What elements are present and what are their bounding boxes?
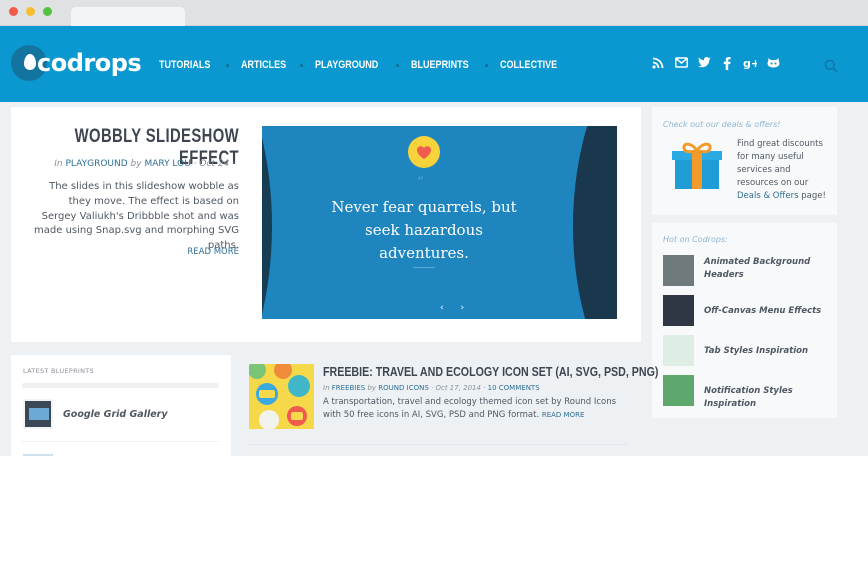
blueprints-header: LATEST BLUEPRINTS xyxy=(23,367,94,375)
meta-by: by xyxy=(367,384,377,392)
nav-item-collective[interactable]: COLLECTIVE xyxy=(500,59,557,71)
blueprint-next-thumbnail xyxy=(23,454,53,456)
deals-suffix: page! xyxy=(801,191,826,201)
slide-nav-arrows[interactable]: ‹ › xyxy=(440,303,471,313)
deals-text: Find great discounts for many useful ser… xyxy=(737,138,832,203)
hot-thumbnail xyxy=(663,375,694,406)
featured-meta: In PLAYGROUND by MARY LOU · Oct 24 · xyxy=(11,159,235,169)
post-meta: In FREEBIES by ROUND ICONS · Oct 17, 201… xyxy=(323,384,540,392)
slide-quote: Never fear quarrels, but seek hazardous … xyxy=(331,198,517,262)
gift-icon[interactable] xyxy=(671,141,723,193)
drop-icon xyxy=(24,54,36,70)
meta-by: by xyxy=(130,159,142,169)
slide-shape-left xyxy=(262,126,272,319)
browser-window: codrops TUTORIALS ARTICLES PLAYGROUND BL… xyxy=(0,0,868,581)
slide-divider xyxy=(413,267,435,268)
mail-icon[interactable] xyxy=(674,57,688,71)
nav-item-articles[interactable]: ARTICLES xyxy=(241,59,286,71)
facebook-icon[interactable] xyxy=(720,57,734,71)
author-link[interactable]: ROUND ICONS xyxy=(378,384,429,392)
svg-text:g+: g+ xyxy=(743,57,757,69)
slide-shape-right xyxy=(573,126,617,319)
post-divider xyxy=(249,444,627,445)
deals-link[interactable]: Deals & Offers xyxy=(737,191,799,201)
blueprints-bar xyxy=(22,383,219,388)
quote-mark: “ xyxy=(417,175,424,190)
read-more-link[interactable]: READ MORE xyxy=(11,247,239,257)
nav-separator xyxy=(485,63,489,67)
twitter-icon[interactable] xyxy=(697,57,711,71)
read-more-link[interactable]: READ MORE xyxy=(542,411,585,419)
comments-link[interactable]: 10 COMMENTS xyxy=(488,384,540,392)
category-link[interactable]: PLAYGROUND xyxy=(66,159,128,169)
post-thumbnail[interactable] xyxy=(249,364,314,429)
hot-item-label: Notification Styles Inspiration xyxy=(704,386,793,409)
site-header: codrops TUTORIALS ARTICLES PLAYGROUND BL… xyxy=(0,26,868,102)
article-post: FREEBIE: TRAVEL AND ECOLOGY ICON SET (AI… xyxy=(249,364,658,434)
minimize-window-button[interactable] xyxy=(26,7,35,16)
hot-item[interactable]: Notification Styles Inspiration xyxy=(663,375,833,409)
close-window-button[interactable] xyxy=(9,7,18,16)
browser-tab[interactable] xyxy=(71,7,185,26)
hot-thumbnail xyxy=(663,295,694,326)
blueprint-thumbnail-image xyxy=(29,408,49,420)
search-icon[interactable] xyxy=(824,58,838,73)
google-plus-icon[interactable]: g+ xyxy=(743,57,760,71)
browser-chrome xyxy=(0,0,868,26)
hot-item-label: Tab Styles Inspiration xyxy=(704,346,809,356)
blueprint-thumbnail[interactable] xyxy=(23,399,53,429)
rss-icon[interactable] xyxy=(651,57,665,71)
deals-header: Check out our deals & offers! xyxy=(663,120,781,129)
category-link[interactable]: FREEBIES xyxy=(332,384,365,392)
nav-item-playground[interactable]: PLAYGROUND xyxy=(315,59,378,71)
github-icon[interactable] xyxy=(766,57,780,71)
hot-thumbnail xyxy=(663,335,694,366)
hot-item-label: Animated Background Headers xyxy=(704,257,811,280)
hot-item[interactable]: Animated Background Headers xyxy=(663,255,833,287)
nav-separator xyxy=(395,63,399,67)
meta-in: In xyxy=(323,384,330,392)
hot-item[interactable]: Off-Canvas Menu Effects xyxy=(663,295,833,327)
hot-item-label: Off-Canvas Menu Effects xyxy=(704,306,822,316)
featured-article: WOBBLY SLIDESHOW EFFECT In PLAYGROUND by… xyxy=(11,107,641,342)
nav-item-tutorials[interactable]: TUTORIALS xyxy=(159,59,210,71)
hot-thumbnail xyxy=(663,255,694,286)
hot-widget: Hot on Codrops: Animated Background Head… xyxy=(652,223,837,418)
deals-widget: Check out our deals & offers! Find great… xyxy=(652,107,837,215)
nav-item-blueprints[interactable]: BLUEPRINTS xyxy=(411,59,469,71)
deals-description: Find great discounts for many useful ser… xyxy=(737,139,823,188)
nav-separator xyxy=(299,63,303,67)
hot-header: Hot on Codrops: xyxy=(663,235,728,244)
post-date: · Oct 17, 2014 · xyxy=(431,384,486,392)
nav-separator xyxy=(225,63,229,67)
logo-text: codrops xyxy=(37,49,142,77)
maximize-window-button[interactable] xyxy=(43,7,52,16)
meta-in: In xyxy=(54,159,63,169)
post-description: A transportation, travel and ecology the… xyxy=(323,396,623,421)
latest-blueprints: LATEST BLUEPRINTS Google Grid Gallery xyxy=(11,355,231,456)
featured-description: The slides in this slideshow wobble as t… xyxy=(34,181,239,252)
post-title[interactable]: FREEBIE: TRAVEL AND ECOLOGY ICON SET (AI… xyxy=(323,364,658,379)
post-date: · Oct 24 · xyxy=(193,159,235,169)
social-links: g+ xyxy=(651,57,780,71)
hot-item[interactable]: Tab Styles Inspiration xyxy=(663,335,833,367)
blueprints-divider xyxy=(22,441,219,442)
author-link[interactable]: MARY LOU xyxy=(144,159,190,169)
heart-icon xyxy=(408,136,440,168)
blueprint-title[interactable]: Google Grid Gallery xyxy=(63,409,168,420)
featured-slideshow[interactable]: “ Never fear quarrels, but seek hazardou… xyxy=(262,126,617,319)
main-nav: TUTORIALS ARTICLES PLAYGROUND BLUEPRINTS… xyxy=(159,59,570,71)
website: codrops TUTORIALS ARTICLES PLAYGROUND BL… xyxy=(0,26,868,456)
